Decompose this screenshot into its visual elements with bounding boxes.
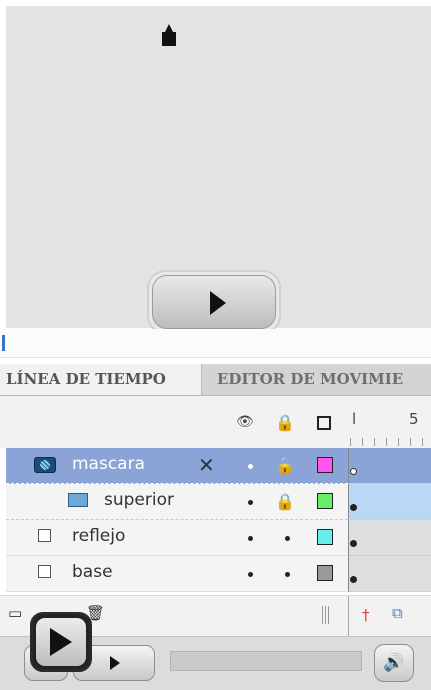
layer-name: base bbox=[72, 562, 113, 582]
keyframe[interactable] bbox=[350, 504, 357, 511]
visibility-dot[interactable] bbox=[248, 572, 253, 577]
lock-icon[interactable]: 🔒 bbox=[275, 456, 295, 475]
resize-grip[interactable] bbox=[322, 606, 330, 624]
volume-icon: 🔊 bbox=[383, 653, 405, 673]
outline-icon[interactable] bbox=[317, 416, 331, 430]
layer-icon bbox=[38, 529, 51, 542]
onion-skin-icon[interactable]: ⧉ bbox=[392, 604, 403, 622]
frame-number-1: l bbox=[352, 410, 357, 428]
tab-motion-editor[interactable]: EDITOR DE MOVIMIE bbox=[203, 364, 431, 395]
keyframe[interactable] bbox=[350, 576, 357, 583]
masked-layer-icon bbox=[68, 493, 88, 507]
layer-name: mascara bbox=[72, 454, 146, 474]
seek-bar[interactable] bbox=[170, 651, 362, 671]
layer-name: superior bbox=[104, 490, 174, 510]
play-icon bbox=[50, 628, 72, 656]
tab-timeline[interactable]: LÍNEA DE TIEMPO bbox=[0, 364, 202, 395]
large-play-button[interactable] bbox=[30, 612, 92, 672]
new-layer-icon[interactable]: ▭ bbox=[8, 604, 22, 622]
eye-icon[interactable]: 👁 bbox=[236, 414, 254, 430]
layer-name: reflejo bbox=[72, 526, 126, 546]
mask-layer-icon bbox=[34, 457, 56, 473]
layer-row-reflejo[interactable]: reflejo bbox=[0, 520, 431, 556]
frame-cells[interactable] bbox=[348, 556, 431, 592]
frame-cells[interactable] bbox=[348, 448, 431, 484]
center-frame-icon[interactable]: † bbox=[362, 606, 370, 624]
seek-knob-tip bbox=[165, 24, 173, 32]
layer-color-swatch[interactable] bbox=[317, 529, 333, 545]
large-play-button-face bbox=[36, 618, 86, 666]
layer-color-swatch[interactable] bbox=[317, 565, 333, 581]
frame-cells[interactable] bbox=[348, 484, 431, 520]
lock-dot[interactable] bbox=[285, 572, 290, 577]
panel-grip[interactable] bbox=[2, 335, 5, 351]
frame-number-5: 5 bbox=[409, 410, 419, 428]
layer-row-superior[interactable]: superior 🔒 bbox=[0, 484, 431, 520]
visibility-dot[interactable] bbox=[248, 536, 253, 541]
layer-row-bg bbox=[6, 448, 348, 484]
lock-dot[interactable] bbox=[285, 536, 290, 541]
layer-color-swatch[interactable] bbox=[317, 457, 333, 473]
lock-icon[interactable]: 🔒 bbox=[275, 492, 295, 511]
play-icon bbox=[110, 656, 120, 670]
empty-keyframe[interactable] bbox=[350, 468, 357, 475]
layer-row-mascara[interactable]: mascara ✕ 🔒 bbox=[0, 448, 431, 484]
divider bbox=[348, 596, 349, 636]
volume-button[interactable]: 🔊 bbox=[374, 644, 414, 682]
panel-strip bbox=[0, 329, 431, 358]
layer-row-bg bbox=[6, 520, 348, 556]
frame-cells[interactable] bbox=[348, 520, 431, 556]
layer-row-bg bbox=[6, 484, 348, 520]
visibility-dot[interactable] bbox=[248, 500, 253, 505]
pencil-off-icon: ✕ bbox=[198, 453, 215, 477]
visibility-dot[interactable] bbox=[248, 464, 253, 469]
layer-color-swatch[interactable] bbox=[317, 493, 333, 509]
stage-play-button-face bbox=[152, 275, 276, 329]
keyframe[interactable] bbox=[350, 540, 357, 547]
play-icon bbox=[210, 291, 226, 315]
layer-icon bbox=[38, 565, 51, 578]
layer-row-bg bbox=[6, 556, 348, 592]
seek-knob[interactable] bbox=[162, 24, 176, 46]
seek-knob-body bbox=[162, 32, 176, 46]
stage-play-button[interactable] bbox=[147, 270, 281, 334]
layer-row-base[interactable]: base bbox=[0, 556, 431, 592]
lock-icon[interactable]: 🔒 bbox=[275, 413, 295, 432]
panel-tabs: LÍNEA DE TIEMPO EDITOR DE MOVIMIE bbox=[0, 364, 431, 396]
frame-ruler bbox=[350, 438, 431, 446]
